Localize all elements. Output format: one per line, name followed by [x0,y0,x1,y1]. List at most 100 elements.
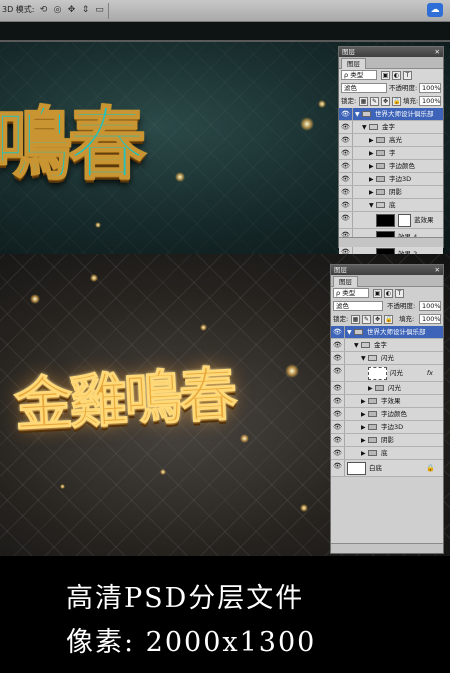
layer-group-row[interactable]: 👁 ▶ 底 [331,447,443,460]
expand-arrow-icon[interactable]: ▶ [369,175,374,184]
sparkle [95,222,101,228]
visibility-eye-icon[interactable]: 👁 [333,367,342,376]
adjustment-filter-icon[interactable]: ◐ [384,289,393,298]
visibility-eye-icon[interactable]: 👁 [341,162,350,171]
expand-arrow-icon[interactable]: ▶ [368,384,373,393]
lock-image-icon[interactable]: ✎ [370,97,379,106]
visibility-eye-icon[interactable]: 👁 [333,354,342,363]
expand-arrow-icon[interactable]: ▶ [361,449,366,458]
folder-icon [361,342,370,348]
filter-select[interactable]: ρ 类型 [333,288,369,298]
layers-panel-bottom: 图层 ✕ 图层 ρ 类型 ▣ ◐ T 滤色 不透明度: 100% 锁定: ▦ ✎… [330,264,444,554]
blend-mode-select[interactable]: 滤色 [333,301,383,311]
expand-arrow-icon[interactable]: ▶ [369,188,374,197]
blend-mode-select[interactable]: 滤色 [341,83,387,93]
layer-group-row[interactable]: 👁 ▼ 闪光 [331,352,443,365]
lock-transparent-icon[interactable]: ▦ [359,97,368,106]
layer-row[interactable]: 👁 白底 🔒 [331,460,443,477]
creative-cloud-icon[interactable]: ☁ [427,3,443,17]
layer-group-row[interactable]: 👁 ▶ 闪光 [331,382,443,395]
layer-name: 字边颜色 [389,162,415,170]
visibility-eye-icon[interactable]: 👁 [341,123,350,132]
expand-arrow-icon[interactable]: ▶ [361,423,366,432]
layer-group-row[interactable]: 👁 ▶ 高光 [339,134,443,147]
lock-image-icon[interactable]: ✎ [362,315,371,324]
layer-group-row[interactable]: 👁 ▼ 世界大师设计俱乐部 [331,326,443,339]
layer-group-row[interactable]: 👁 ▶ 阴影 [339,186,443,199]
collapse-arrow-icon[interactable]: ▼ [362,123,367,132]
slide-icon[interactable]: ⇕ [80,5,91,16]
visibility-eye-icon[interactable]: 👁 [333,462,342,471]
collapse-arrow-icon[interactable]: ▼ [369,201,374,210]
layer-group-row[interactable]: 👁 ▶ 字边3D [331,421,443,434]
visibility-eye-icon[interactable]: 👁 [333,341,342,350]
expand-arrow-icon[interactable]: ▶ [361,436,366,445]
filter-select[interactable]: ρ 类型 [341,70,377,80]
lock-transparent-icon[interactable]: ▦ [351,315,360,324]
collapse-arrow-icon[interactable]: ▼ [347,328,352,337]
pan-icon[interactable]: ✥ [66,5,77,16]
layer-group-row[interactable]: 👁 ▶ 字效果 [331,395,443,408]
tab-layers[interactable]: 图层 [341,58,366,69]
scale-icon[interactable]: ▭ [94,5,105,16]
type-filter-icon[interactable]: T [395,289,404,298]
roll-icon[interactable]: ◎ [52,5,63,16]
lock-all-icon[interactable]: 🔒 [392,97,401,106]
visibility-eye-icon[interactable]: 👁 [333,436,342,445]
adjustment-filter-icon[interactable]: ◐ [392,71,401,80]
layer-name: 底 [389,201,396,209]
layer-group-row[interactable]: 👁 ▶ 字边颜色 [339,160,443,173]
pixel-filter-icon[interactable]: ▣ [373,289,382,298]
collapse-arrow-icon[interactable]: ▼ [354,341,359,350]
type-filter-icon[interactable]: T [403,71,412,80]
layer-group-row[interactable]: 👁 ▶ 字边3D [339,173,443,186]
sparkle [318,100,326,108]
visibility-eye-icon[interactable]: 👁 [333,423,342,432]
visibility-eye-icon[interactable]: 👁 [341,175,350,184]
expand-arrow-icon[interactable]: ▶ [369,149,374,158]
visibility-eye-icon[interactable]: 👁 [341,214,350,223]
close-icon[interactable]: ✕ [435,47,440,57]
layer-group-row[interactable]: 👁 ▶ 阴影 [331,434,443,447]
layer-group-row[interactable]: 👁 ▼ 世界大师设计俱乐部 [339,108,443,121]
layer-effects-icon[interactable]: fx [427,365,433,382]
column-divider [352,173,353,185]
opacity-input[interactable]: 100% [419,83,441,93]
fill-input[interactable]: 100% [419,314,441,324]
fill-input[interactable]: 100% [419,96,441,106]
layer-group-row[interactable]: 👁 ▶ 字边颜色 [331,408,443,421]
lock-position-icon[interactable]: ✥ [373,315,382,324]
lock-row: 锁定: ▦ ✎ ✥ 🔒 填充: 100% [331,313,443,326]
layer-row[interactable]: 👁 蓝效果 [339,212,443,229]
lock-all-icon[interactable]: 🔒 [384,315,393,324]
expand-arrow-icon[interactable]: ▶ [369,136,374,145]
layer-group-row[interactable]: 👁 ▶ 字 [339,147,443,160]
expand-arrow-icon[interactable]: ▶ [361,410,366,419]
visibility-eye-icon[interactable]: 👁 [341,201,350,210]
visibility-eye-icon[interactable]: 👁 [341,136,350,145]
visibility-eye-icon[interactable]: 👁 [341,110,350,119]
pixel-filter-icon[interactable]: ▣ [381,71,390,80]
layer-group-row[interactable]: 👁 ▼ 金字 [339,121,443,134]
tab-layers[interactable]: 图层 [333,276,358,287]
collapse-arrow-icon[interactable]: ▼ [355,110,360,119]
layer-row[interactable]: 👁 闪光 fx [331,365,443,382]
visibility-eye-icon[interactable]: 👁 [333,397,342,406]
layer-mask-thumbnail[interactable] [398,214,411,227]
visibility-eye-icon[interactable]: 👁 [333,410,342,419]
visibility-eye-icon[interactable]: 👁 [333,328,342,337]
lock-position-icon[interactable]: ✥ [381,97,390,106]
layer-group-row[interactable]: 👁 ▼ 金字 [331,339,443,352]
visibility-eye-icon[interactable]: 👁 [341,149,350,158]
opacity-input[interactable]: 100% [419,301,441,311]
visibility-eye-icon[interactable]: 👁 [341,188,350,197]
filter-row: ρ 类型 ▣ ◐ T [339,69,443,82]
layer-group-row[interactable]: 👁 ▼ 底 [339,199,443,212]
rotate-icon[interactable]: ⟲ [38,5,49,16]
expand-arrow-icon[interactable]: ▶ [369,162,374,171]
visibility-eye-icon[interactable]: 👁 [333,449,342,458]
visibility-eye-icon[interactable]: 👁 [333,384,342,393]
collapse-arrow-icon[interactable]: ▼ [361,354,366,363]
close-icon[interactable]: ✕ [435,265,440,275]
expand-arrow-icon[interactable]: ▶ [361,397,366,406]
